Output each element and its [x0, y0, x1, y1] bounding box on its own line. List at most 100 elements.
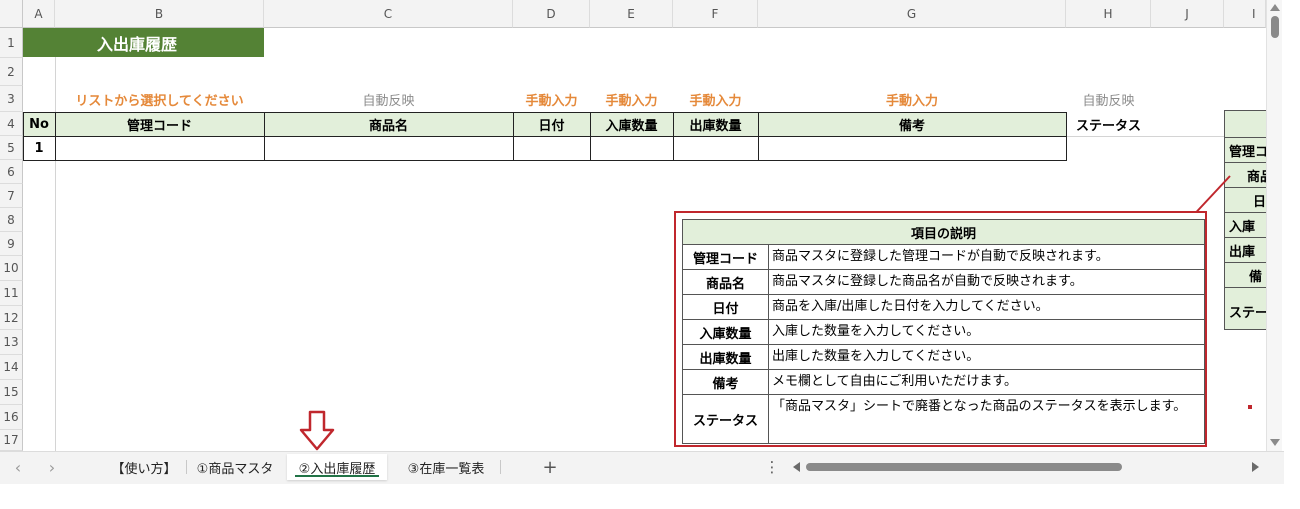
explanation-key: 出庫数量	[683, 345, 769, 369]
explanation-key: 商品名	[683, 270, 769, 294]
active-tab-underline	[295, 475, 379, 477]
table-vline-6	[758, 112, 759, 161]
explanation-title: 項目の説明	[683, 220, 1204, 245]
table-vline-5	[673, 112, 674, 161]
table-border-mid	[23, 136, 1066, 137]
col-header-b[interactable]: B	[55, 0, 264, 28]
row5-management-code[interactable]	[55, 136, 264, 160]
select-all-corner[interactable]	[0, 0, 23, 28]
scroll-right-arrow-icon[interactable]	[1252, 462, 1259, 472]
header-no[interactable]: No	[23, 112, 55, 136]
tab-how-to-use[interactable]: 【使い方】	[104, 454, 184, 480]
hint-auto-reflect-h: 自動反映	[1082, 93, 1135, 109]
side-panel-item: ステー	[1229, 305, 1266, 321]
explanation-row: 日付 商品を入庫/出庫した日付を入力してください。	[683, 295, 1204, 320]
col-header-a[interactable]: A	[23, 0, 55, 28]
explanation-row: 商品名 商品マスタに登録した商品名が自動で反映されます。	[683, 270, 1204, 295]
row-header-4[interactable]: 4	[0, 112, 23, 136]
row5-no[interactable]: 1	[23, 136, 55, 160]
row-header-8[interactable]: 8	[0, 208, 23, 232]
row-header-14[interactable]: 14	[0, 355, 23, 380]
explanation-table: 項目の説明 管理コード 商品マスタに登録した管理コードが自動で反映されます。 商…	[682, 219, 1205, 444]
col-header-c[interactable]: C	[264, 0, 513, 28]
hint-auto-reflect-c: 自動反映	[362, 93, 415, 109]
row-header-12[interactable]: 12	[0, 306, 23, 330]
hint-manual-input-e: 手動入力	[605, 93, 658, 109]
table-border-top	[23, 112, 1066, 113]
table-vline-3	[513, 112, 514, 161]
red-marker	[1248, 405, 1252, 409]
row-header-13[interactable]: 13	[0, 330, 23, 355]
row-header-3[interactable]: 3	[0, 86, 23, 112]
hint-select-from-list: リストから選択してください	[75, 93, 244, 109]
row-header-10[interactable]: 10	[0, 256, 23, 281]
row-header-1[interactable]: 1	[0, 28, 23, 58]
col-header-i[interactable]: I	[1224, 0, 1266, 28]
horizontal-scroll-thumb[interactable]	[806, 463, 1122, 471]
explanation-key: 備考	[683, 370, 769, 394]
scroll-left-arrow-icon[interactable]	[793, 462, 800, 472]
explanation-key: ステータス	[683, 395, 769, 443]
row-header-15[interactable]: 15	[0, 380, 23, 405]
tab-inventory-list[interactable]: ③在庫一覧表	[396, 454, 496, 480]
header-status[interactable]: ステータス	[1066, 112, 1151, 136]
explanation-row: 備考 メモ欄として自由にご利用いただけます。	[683, 370, 1204, 395]
row-header-9[interactable]: 9	[0, 232, 23, 256]
explanation-value: メモ欄として自由にご利用いただけます。	[772, 374, 1018, 389]
side-panel-item: 管理コ	[1225, 138, 1266, 163]
explanation-value: 商品マスタに登録した商品名が自動で反映されます。	[772, 274, 1083, 289]
vertical-scroll-thumb[interactable]	[1271, 16, 1279, 38]
table-vline-0	[23, 112, 24, 161]
more-options-icon[interactable]: ⋮	[762, 454, 782, 480]
explanation-row: 入庫数量 入庫した数量を入力してください。	[683, 320, 1204, 345]
col-header-h[interactable]: H	[1066, 0, 1151, 28]
col-header-g[interactable]: G	[758, 0, 1066, 28]
col-header-e[interactable]: E	[590, 0, 673, 28]
row5-date[interactable]	[513, 136, 590, 160]
row-header-7[interactable]: 7	[0, 184, 23, 208]
vertical-scrollbar[interactable]	[1266, 0, 1282, 451]
tab-scroll-left-icon[interactable]: ‹	[8, 458, 28, 477]
row-header-2[interactable]: 2	[0, 58, 23, 86]
hint-manual-input-f: 手動入力	[689, 93, 742, 109]
row-header-11[interactable]: 11	[0, 281, 23, 306]
header-out-quantity[interactable]: 出庫数量	[673, 112, 758, 136]
sheet-title[interactable]: 入出庫履歴	[55, 28, 264, 57]
col-header-f[interactable]: F	[673, 0, 758, 28]
explanation-value: 商品を入庫/出庫した日付を入力してください。	[772, 299, 1049, 314]
header-note[interactable]: 備考	[758, 112, 1066, 136]
tab-separator	[186, 460, 187, 474]
header-in-quantity[interactable]: 入庫数量	[590, 112, 673, 136]
row-header-5[interactable]: 5	[0, 136, 23, 160]
scroll-down-arrow-icon[interactable]	[1270, 439, 1280, 446]
side-panel-item: 備	[1225, 263, 1266, 288]
row5-product-name[interactable]	[264, 136, 513, 160]
title-bar-green	[23, 28, 55, 57]
table-border-bottom	[23, 160, 1066, 161]
row-header-16[interactable]: 16	[0, 405, 23, 430]
explanation-key: 入庫数量	[683, 320, 769, 344]
row-header-6[interactable]: 6	[0, 160, 23, 184]
header-management-code[interactable]: 管理コード	[55, 112, 264, 136]
hint-manual-input-g: 手動入力	[885, 93, 938, 109]
explanation-row: ステータス 「商品マスタ」シートで廃番となった商品のステータスを表示します。	[683, 395, 1204, 443]
explanation-value: 「商品マスタ」シートで廃番となった商品のステータスを表示します。	[772, 399, 1187, 414]
add-sheet-button[interactable]: +	[538, 454, 562, 480]
header-product-name[interactable]: 商品名	[264, 112, 513, 136]
explanation-row: 出庫数量 出庫した数量を入力してください。	[683, 345, 1204, 370]
explanation-key: 管理コード	[683, 245, 769, 269]
row5-out-quantity[interactable]	[673, 136, 758, 160]
tab-product-master[interactable]: ①商品マスタ	[190, 454, 280, 480]
tab-scroll-right-icon[interactable]: ›	[42, 458, 62, 477]
explanation-row: 管理コード 商品マスタに登録した管理コードが自動で反映されます。	[683, 245, 1204, 270]
hint-manual-input-d: 手動入力	[525, 93, 578, 109]
col-header-d[interactable]: D	[513, 0, 590, 28]
header-date[interactable]: 日付	[513, 112, 590, 136]
table-vline-4	[590, 112, 591, 161]
table-vline-2	[264, 112, 265, 161]
row5-note[interactable]	[758, 136, 1066, 160]
row-header-17[interactable]: 17	[0, 430, 23, 451]
row5-in-quantity[interactable]	[590, 136, 673, 160]
col-header-j[interactable]: J	[1151, 0, 1224, 28]
scroll-up-arrow-icon[interactable]	[1270, 4, 1280, 11]
